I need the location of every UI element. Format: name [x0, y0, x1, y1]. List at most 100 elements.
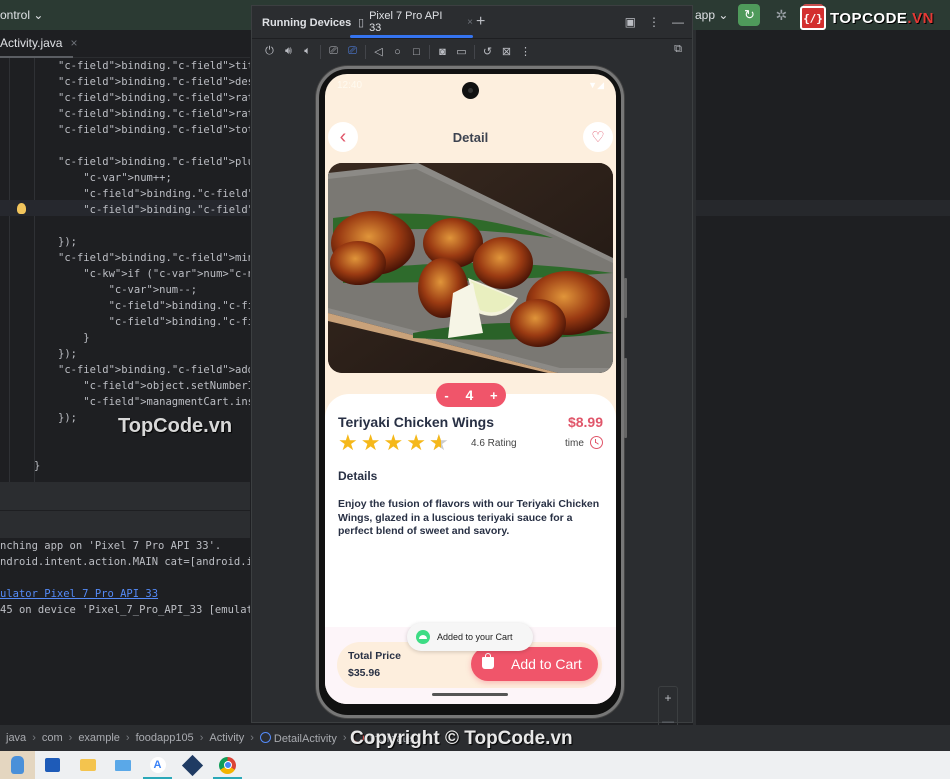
star-icon: ★ ★	[428, 430, 449, 455]
teriyaki-wings-photo	[328, 163, 613, 373]
breadcrumb-item[interactable]: foodapp105	[136, 732, 194, 744]
code-line: "c-field">binding."c-field">descriptionT…	[58, 76, 250, 88]
star-icon: ★	[338, 430, 358, 455]
editor-tabs: Activity.java ×	[0, 30, 250, 58]
file-tab[interactable]: Activity.java ×	[0, 36, 77, 50]
overview-nav-icon[interactable]: □	[407, 43, 426, 61]
chevron-right-icon: ›	[342, 732, 347, 744]
taskbar-android-studio[interactable]: A	[140, 751, 175, 779]
rating-bar[interactable]: ★ ★ ★ ★ ★ ★	[338, 431, 449, 455]
volume-down-icon[interactable]: 🔈︎	[298, 43, 317, 61]
indent-guide	[34, 58, 35, 482]
android-icon	[416, 630, 430, 644]
code-line: "c-field">binding."c-field">totalTxt.set…	[108, 316, 250, 328]
home-nav-icon[interactable]: ○	[388, 43, 407, 61]
device-tab[interactable]: ▯ Pixel 7 Pro API 33 ×	[350, 6, 473, 38]
code-line: });	[58, 348, 77, 360]
code-line: }	[34, 460, 41, 472]
code-line: "c-var">num++;	[83, 172, 172, 184]
device-mirroring-icon[interactable]: ⧉	[674, 43, 682, 56]
details-heading: Details	[338, 469, 378, 483]
taskbar-this-pc[interactable]	[105, 751, 140, 779]
phone-screen[interactable]: 12:40 ▼◢ ‹ Detail ♡ - 4 + Teriyaki Chick…	[325, 74, 616, 704]
food-title: Teriyaki Chicken Wings	[338, 414, 494, 430]
power-icon[interactable]: ⏻	[260, 43, 279, 61]
shopping-bag-icon	[482, 653, 494, 669]
right-tool-panel	[693, 30, 950, 725]
breadcrumb-item[interactable]: Activity	[209, 732, 244, 744]
chevron-right-icon: ›	[68, 732, 73, 744]
quantity-value: 4	[465, 387, 474, 403]
signal-icons: ▼◢	[588, 80, 604, 90]
chevron-down-icon: ⌄	[33, 8, 44, 22]
debug-icon[interactable]: ✲	[770, 7, 792, 24]
rotate-right-icon[interactable]: ⎚	[343, 43, 362, 61]
code-line: "c-field">binding."c-field">ratingBar.se…	[58, 108, 250, 120]
panel-band	[696, 200, 950, 216]
clock-icon	[590, 436, 603, 449]
code-line: "c-kw">if ("c-var">num>"c-num">1){	[83, 268, 250, 280]
rerun-button[interactable]: ↻	[738, 4, 761, 26]
breadcrumb-item[interactable]: example	[78, 732, 120, 744]
breadcrumb-item[interactable]: DetailActivity	[259, 731, 337, 745]
close-device-tab-icon[interactable]: ×	[467, 17, 473, 28]
star-icon: ★	[406, 430, 426, 455]
run-console[interactable]: nching app on 'Pixel 7 Pro API 33'. ndroi…	[0, 538, 250, 725]
project-dropdown[interactable]: ontrol ⌄	[0, 8, 43, 22]
screenshot-icon[interactable]: ◙	[433, 43, 452, 61]
computer-icon	[114, 759, 131, 771]
code-line: }	[58, 332, 90, 344]
widget-icon	[11, 756, 24, 774]
snapshot-icon[interactable]: ↺	[478, 43, 497, 61]
code-line: "c-field">binding."c-field">numTxt.setTe…	[108, 300, 250, 312]
taskbar-widget[interactable]	[0, 751, 35, 779]
code-line: });	[58, 412, 77, 424]
toolbar-more-icon[interactable]: ⋮	[516, 43, 535, 61]
taskbar-virtualbox[interactable]	[175, 751, 210, 779]
watermark-copyright: Copyright © TopCode.vn	[350, 728, 573, 749]
rotate-left-icon[interactable]: ⎚	[324, 43, 343, 61]
minimize-icon[interactable]: —	[672, 15, 684, 29]
volume-up-icon[interactable]: 🔊︎	[279, 43, 298, 61]
device-toolbar: ⏻ 🔊︎ 🔈︎ ⎚ ⎚ ◁ ○ □ ◙ ▭ ↺ ⊠ ⋮ ⧉	[252, 38, 692, 64]
status-time: 12:40	[337, 80, 363, 91]
device-settings-icon[interactable]: ⊠	[497, 43, 516, 61]
plus-button[interactable]: +	[490, 388, 498, 403]
add-device-button[interactable]: +	[476, 13, 485, 31]
phone-device-icon: ▯	[358, 16, 365, 29]
code-brackets-icon: {/}	[800, 6, 826, 30]
toolbar-divider	[474, 44, 475, 59]
more-options-icon[interactable]: ⋮	[648, 15, 660, 29]
run-config-dropdown[interactable]: app ⌄	[695, 8, 728, 22]
minus-button[interactable]: -	[444, 388, 448, 403]
breadcrumb-item[interactable]: java	[6, 732, 26, 744]
breadcrumb-item[interactable]: com	[42, 732, 63, 744]
taskbar-chrome[interactable]	[210, 751, 245, 779]
console-line: 45 on device 'Pixel_7_Pro_API_33 [emulat…	[0, 604, 250, 616]
window-layout-icon[interactable]: ▣	[625, 15, 636, 29]
zoom-in-button[interactable]: +	[664, 691, 671, 705]
chevron-right-icon: ›	[199, 732, 204, 744]
favorite-button[interactable]: ♡	[583, 122, 613, 152]
console-link[interactable]: ulator Pixel 7 Pro API 33	[0, 586, 158, 602]
screen-record-icon[interactable]: ▭	[452, 43, 471, 61]
add-to-cart-button[interactable]: Add to Cart	[471, 647, 598, 681]
code-line: "c-field">object.setNumberInCart("c-var"…	[83, 380, 250, 392]
code-line: "c-field">managmentCart.insertFood(objec	[83, 396, 250, 408]
code-line: });	[58, 236, 77, 248]
phone-volume-button	[624, 358, 627, 438]
gesture-home-bar[interactable]	[432, 693, 508, 696]
code-line: "c-field">binding."c-field">ratingTxt.se…	[58, 92, 250, 104]
lightbulb-icon[interactable]	[17, 203, 26, 214]
rating-text: 4.6 Rating	[471, 438, 517, 449]
console-line: ndroid.intent.action.MAIN cat=[android.i…	[0, 556, 250, 568]
watermark-center: TopCode.vn	[118, 415, 233, 437]
back-nav-icon[interactable]: ◁	[369, 43, 388, 61]
chevron-right-icon: ›	[250, 732, 254, 744]
run-panel-toolbar	[0, 510, 250, 538]
code-line: "c-field">binding."c-field">totalTxt.set…	[58, 124, 250, 136]
taskbar-store[interactable]	[35, 751, 70, 779]
close-tab-icon[interactable]: ×	[70, 36, 77, 50]
taskbar-explorer[interactable]	[70, 751, 105, 779]
topcode-logo: {/} TOPCODE.VN	[800, 6, 934, 30]
